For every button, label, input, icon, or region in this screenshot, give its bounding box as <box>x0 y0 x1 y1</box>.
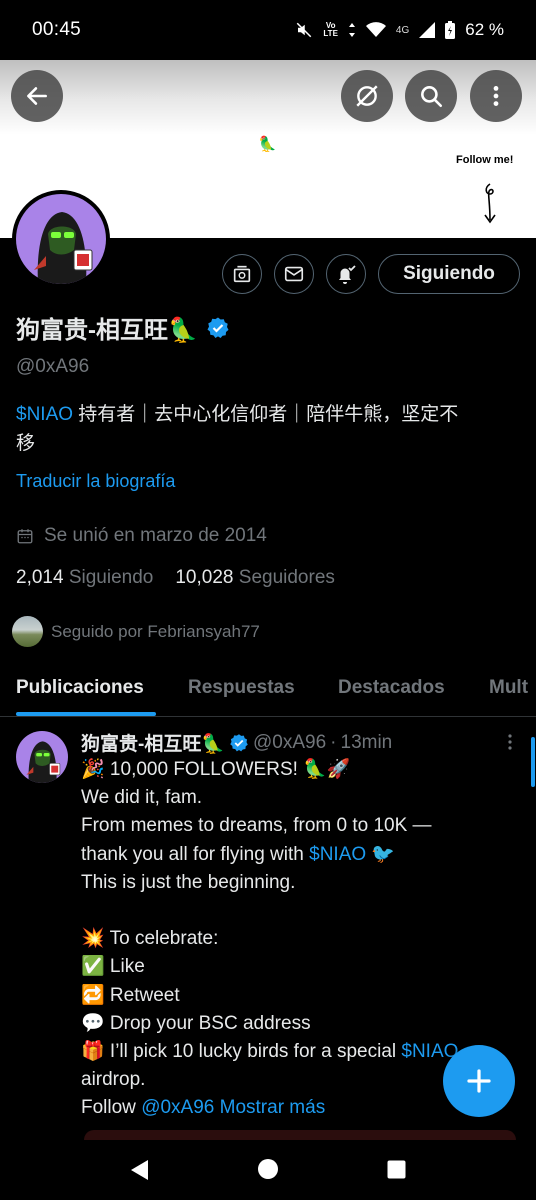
banner-follow-text: Follow me! <box>456 154 514 166</box>
show-more-link[interactable]: Mostrar más <box>214 1097 326 1118</box>
search-button[interactable] <box>405 70 457 122</box>
tweet-mention-link[interactable]: @0xA96 <box>141 1097 214 1118</box>
search-icon <box>421 86 443 108</box>
grok-button[interactable] <box>341 70 393 122</box>
followed-by-row[interactable]: Seguido por Febriansyah77 <box>12 616 260 647</box>
battery-icon <box>445 21 456 39</box>
signal-icon <box>419 22 436 38</box>
tab-highlights[interactable]: Destacados <box>338 677 445 699</box>
profile-name-row: 狗富贵-相互旺🦜 <box>16 310 230 345</box>
message-button[interactable] <box>274 254 314 294</box>
nav-recents-button[interactable] <box>387 1160 406 1179</box>
followers-stat[interactable]: 10,028 Seguidores <box>175 567 335 589</box>
tab-media[interactable]: Mult <box>489 677 528 699</box>
tweet-handle: @0xA96 <box>253 731 327 753</box>
verified-badge-icon <box>230 733 248 751</box>
profile-handle: @0xA96 <box>16 356 90 377</box>
join-date-text: Se unió en marzo de 2014 <box>44 525 267 546</box>
plus-icon <box>467 1069 491 1093</box>
volte-bottom: LTE <box>323 29 338 38</box>
scrollbar-thumb[interactable] <box>531 737 535 787</box>
system-nav-bar <box>0 1140 536 1200</box>
translate-bio-link[interactable]: Traducir la biografía <box>16 471 175 492</box>
followers-label: Seguidores <box>238 567 335 588</box>
follower-avatar <box>12 616 43 647</box>
following-count: 2,014 <box>16 567 64 588</box>
subscribe-icon <box>233 265 251 283</box>
followers-count: 10,028 <box>175 567 234 588</box>
wifi-icon <box>365 22 386 37</box>
profile-bio: $NIAO 持有者｜去中心化信仰者｜陪伴牛熊，坚定不 移 <box>16 400 516 458</box>
network-type: 4G <box>395 24 410 36</box>
profile-avatar[interactable] <box>12 190 110 288</box>
hooded-parrot-avatar-image <box>26 741 61 783</box>
tweet-header: 狗富贵-相互旺🦜 @0xA96 · 13min <box>81 729 392 756</box>
tweet-line: 💬 Drop your BSC address <box>81 1012 311 1034</box>
tab-replies[interactable]: Respuestas <box>188 677 295 699</box>
nav-home-button[interactable] <box>257 1158 279 1180</box>
tweet-line: ✅ Like <box>81 956 145 978</box>
data-arrows-icon <box>348 23 355 37</box>
subscribe-button[interactable] <box>222 254 262 294</box>
volte-icon: Vo LTE <box>323 22 338 38</box>
bio-cashtag-link[interactable]: $NIAO <box>16 404 73 425</box>
more-vertical-icon <box>508 734 512 750</box>
tweet-line-text: Follow <box>81 1097 142 1119</box>
tweet-author-name[interactable]: 狗富贵-相互旺🦜 <box>81 729 225 756</box>
back-button[interactable] <box>11 70 63 122</box>
verified-badge-icon[interactable] <box>206 316 230 340</box>
nav-back-button[interactable] <box>128 1158 150 1182</box>
tweet-media-preview[interactable] <box>84 1130 516 1140</box>
tweet-line: 🎉 10,000 FOLLOWERS! 🦜🚀 <box>81 759 351 780</box>
arrow-left-icon <box>27 87 47 105</box>
calendar-icon <box>17 529 33 544</box>
notifications-button[interactable] <box>326 254 366 294</box>
tweet-line-text: 🎁 I’ll pick 10 lucky birds for a special <box>81 1040 402 1062</box>
tweet-line: From memes to dreams, from 0 to 10K — <box>81 815 432 837</box>
tweet-line: This is just the beginning. <box>81 871 296 893</box>
mute-icon <box>297 22 312 38</box>
tweet-dot: · <box>330 731 337 753</box>
banner-parrot: 🦜 <box>258 136 277 153</box>
tweet-avatar[interactable] <box>16 731 68 783</box>
profile-tabs: Publicaciones Respuestas Destacados Mult <box>0 662 536 717</box>
banner-arrow-icon <box>484 183 496 224</box>
follow-stats: 2,014 Siguiendo 10,028 Seguidores <box>16 567 335 589</box>
bell-check-icon <box>339 265 356 284</box>
tweet-line-text: thank you all for flying with <box>81 843 310 865</box>
tweet-more-button[interactable] <box>505 732 515 757</box>
following-stat[interactable]: 2,014 Siguiendo <box>16 567 153 589</box>
tweet-line: We did it, fam. <box>81 787 203 809</box>
tweet-cashtag-link[interactable]: $NIAO <box>309 844 366 865</box>
tweet-time: 13min <box>340 731 393 753</box>
envelope-icon <box>284 266 304 282</box>
bio-text-1: 持有者｜去中心化信仰者｜陪伴牛熊，坚定不 <box>73 404 459 425</box>
more-vertical-icon <box>493 86 499 106</box>
following-label: Siguiendo <box>68 567 154 588</box>
battery-level: 62 % <box>465 20 504 39</box>
following-button[interactable]: Siguiendo <box>378 254 520 294</box>
grok-icon <box>356 85 378 107</box>
display-name: 狗富贵-相互旺🦜 <box>16 317 198 344</box>
bio-text-2: 移 <box>16 433 36 454</box>
tweet-line: 🔁 Retweet <box>81 984 180 1006</box>
tweet-line: 💥 To celebrate: <box>81 928 219 950</box>
tab-posts[interactable]: Publicaciones <box>16 677 144 699</box>
join-date: Se unió en marzo de 2014 <box>16 525 267 547</box>
followed-by-text: Seguido por Febriansyah77 <box>51 621 260 641</box>
compose-post-button[interactable] <box>443 1045 515 1117</box>
more-options-button[interactable] <box>470 70 522 122</box>
status-time: 00:45 <box>32 19 82 40</box>
tweet-line: thank you all for flying with $NIAO 🐦 <box>81 841 521 869</box>
tweet-line-text: 🐦 <box>366 843 396 865</box>
active-tab-indicator <box>16 712 156 716</box>
status-bar: 00:45 Vo LTE 4G 62 % <box>0 0 536 60</box>
hooded-parrot-avatar-image <box>34 212 93 284</box>
